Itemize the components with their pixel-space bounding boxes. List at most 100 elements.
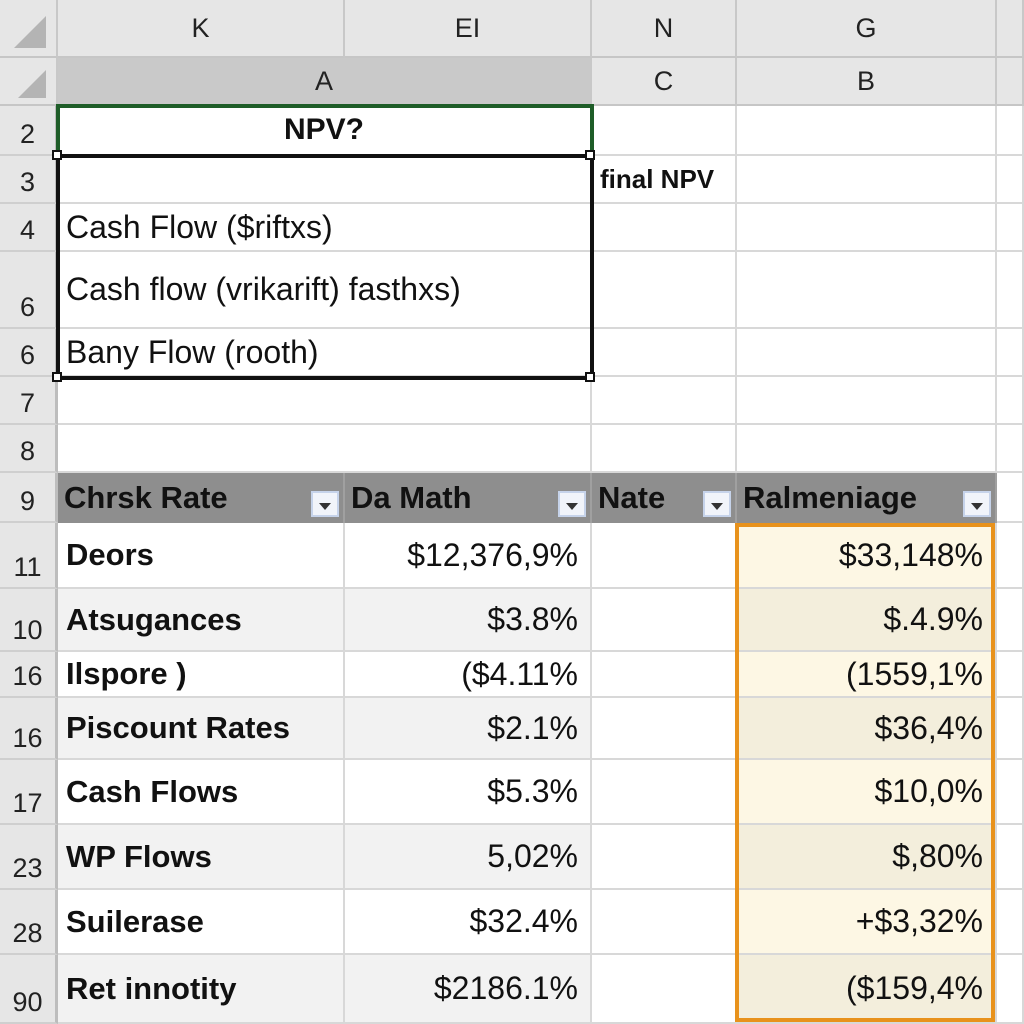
row-header[interactable]: 4: [0, 204, 58, 252]
table-row-label[interactable]: WP Flows: [58, 825, 345, 890]
resize-handle[interactable]: [585, 372, 595, 382]
column-header-b[interactable]: B: [737, 58, 997, 106]
table-cell-ralmeniage[interactable]: $,80%: [737, 825, 997, 890]
cell-extra[interactable]: [997, 698, 1024, 760]
row-header[interactable]: 7: [0, 377, 58, 425]
cell-b2[interactable]: [737, 106, 997, 156]
row-header[interactable]: 6: [0, 252, 58, 329]
table-header-ralmeniage[interactable]: Ralmeniage: [737, 473, 997, 523]
table-cell-nate[interactable]: [592, 955, 737, 1024]
table-row-label[interactable]: Suilerase: [58, 890, 345, 955]
row-header[interactable]: 23: [0, 825, 58, 890]
table-cell-ralmeniage[interactable]: +$3,32%: [737, 890, 997, 955]
cell-extra[interactable]: [997, 204, 1024, 252]
row-header[interactable]: 6: [0, 329, 58, 377]
cell-extra[interactable]: [997, 425, 1024, 473]
cell-extra[interactable]: [997, 652, 1024, 698]
cell-extra[interactable]: [997, 473, 1024, 523]
filter-dropdown-button[interactable]: [963, 491, 991, 517]
cell-b6b[interactable]: [737, 329, 997, 377]
select-all-corner[interactable]: [0, 0, 58, 58]
column-header-g[interactable]: G: [737, 0, 997, 58]
cell-c6b[interactable]: [592, 329, 737, 377]
table-cell-ralmeniage[interactable]: $10,0%: [737, 760, 997, 825]
final-npv-label[interactable]: final NPV: [592, 156, 737, 204]
table-cell-ralmeniage[interactable]: $33,148%: [737, 523, 997, 589]
column-header-extra[interactable]: [997, 0, 1024, 58]
table-row-label[interactable]: Cash Flows: [58, 760, 345, 825]
cell-extra[interactable]: [997, 377, 1024, 425]
table-cell-nate[interactable]: [592, 589, 737, 652]
column-header-ei[interactable]: EI: [345, 0, 592, 58]
cell-b6[interactable]: [737, 252, 997, 329]
row-header[interactable]: 17: [0, 760, 58, 825]
filter-dropdown-button[interactable]: [558, 491, 586, 517]
row-header[interactable]: 11: [0, 523, 58, 589]
table-cell-da-math[interactable]: ($4.11%: [345, 652, 592, 698]
cell-extra[interactable]: [997, 106, 1024, 156]
row-header[interactable]: 28: [0, 890, 58, 955]
cell-c8[interactable]: [592, 425, 737, 473]
filter-dropdown-button[interactable]: [703, 491, 731, 517]
column-header-c[interactable]: C: [592, 58, 737, 106]
table-header-da-math[interactable]: Da Math: [345, 473, 592, 523]
cell-b7[interactable]: [737, 377, 997, 425]
cell-c6[interactable]: [592, 252, 737, 329]
row-header[interactable]: 9: [0, 473, 58, 523]
cell-c2[interactable]: [592, 106, 737, 156]
table-cell-nate[interactable]: [592, 698, 737, 760]
cell-b4[interactable]: [737, 204, 997, 252]
table-cell-ralmeniage[interactable]: (1559,1%: [737, 652, 997, 698]
table-cell-da-math[interactable]: 5,02%: [345, 825, 592, 890]
cell-a7[interactable]: [58, 377, 592, 425]
cell-b3[interactable]: [737, 156, 997, 204]
table-cell-nate[interactable]: [592, 523, 737, 589]
cell-extra[interactable]: [997, 523, 1024, 589]
table-cell-da-math[interactable]: $2.1%: [345, 698, 592, 760]
table-row-label[interactable]: Atsugances: [58, 589, 345, 652]
row-header[interactable]: 16: [0, 698, 58, 760]
table-row-label[interactable]: Ilspore ): [58, 652, 345, 698]
row-header[interactable]: 90: [0, 955, 58, 1024]
row-header[interactable]: 2: [0, 106, 58, 156]
row-header[interactable]: 3: [0, 156, 58, 204]
table-cell-ralmeniage[interactable]: ($159,4%: [737, 955, 997, 1024]
table-cell-nate[interactable]: [592, 760, 737, 825]
table-header-nate[interactable]: Nate: [592, 473, 737, 523]
table-row-label[interactable]: Piscount Rates: [58, 698, 345, 760]
cell-extra[interactable]: [997, 252, 1024, 329]
cell-b8[interactable]: [737, 425, 997, 473]
column-header-k[interactable]: K: [58, 0, 345, 58]
table-cell-da-math[interactable]: $2186.1%: [345, 955, 592, 1024]
table-cell-da-math[interactable]: $3.8%: [345, 589, 592, 652]
column-header-extra-2[interactable]: [997, 58, 1024, 106]
filter-dropdown-button[interactable]: [311, 491, 339, 517]
cell-extra[interactable]: [997, 760, 1024, 825]
table-cell-nate[interactable]: [592, 652, 737, 698]
column-header-n[interactable]: N: [592, 0, 737, 58]
cell-a8[interactable]: [58, 425, 592, 473]
row-header[interactable]: 10: [0, 589, 58, 652]
table-row-label[interactable]: Ret innotity: [58, 955, 345, 1024]
select-all-corner-2[interactable]: [0, 58, 58, 106]
cell-extra[interactable]: [997, 825, 1024, 890]
table-cell-nate[interactable]: [592, 825, 737, 890]
table-cell-ralmeniage[interactable]: $36,4%: [737, 698, 997, 760]
table-cell-da-math[interactable]: $12,376,9%: [345, 523, 592, 589]
table-cell-da-math[interactable]: $5.3%: [345, 760, 592, 825]
cell-extra[interactable]: [997, 589, 1024, 652]
table-cell-nate[interactable]: [592, 890, 737, 955]
table-header-chrsk-rate[interactable]: Chrsk Rate: [58, 473, 345, 523]
table-cell-da-math[interactable]: $32.4%: [345, 890, 592, 955]
row-header[interactable]: 8: [0, 425, 58, 473]
table-row-label[interactable]: Deors: [58, 523, 345, 589]
cell-c7[interactable]: [592, 377, 737, 425]
resize-handle[interactable]: [585, 150, 595, 160]
cell-extra[interactable]: [997, 955, 1024, 1024]
cell-extra[interactable]: [997, 890, 1024, 955]
table-cell-ralmeniage[interactable]: $.4.9%: [737, 589, 997, 652]
resize-handle[interactable]: [52, 150, 62, 160]
row-header[interactable]: 16: [0, 652, 58, 698]
cell-c4[interactable]: [592, 204, 737, 252]
column-header-a[interactable]: A: [58, 58, 592, 106]
